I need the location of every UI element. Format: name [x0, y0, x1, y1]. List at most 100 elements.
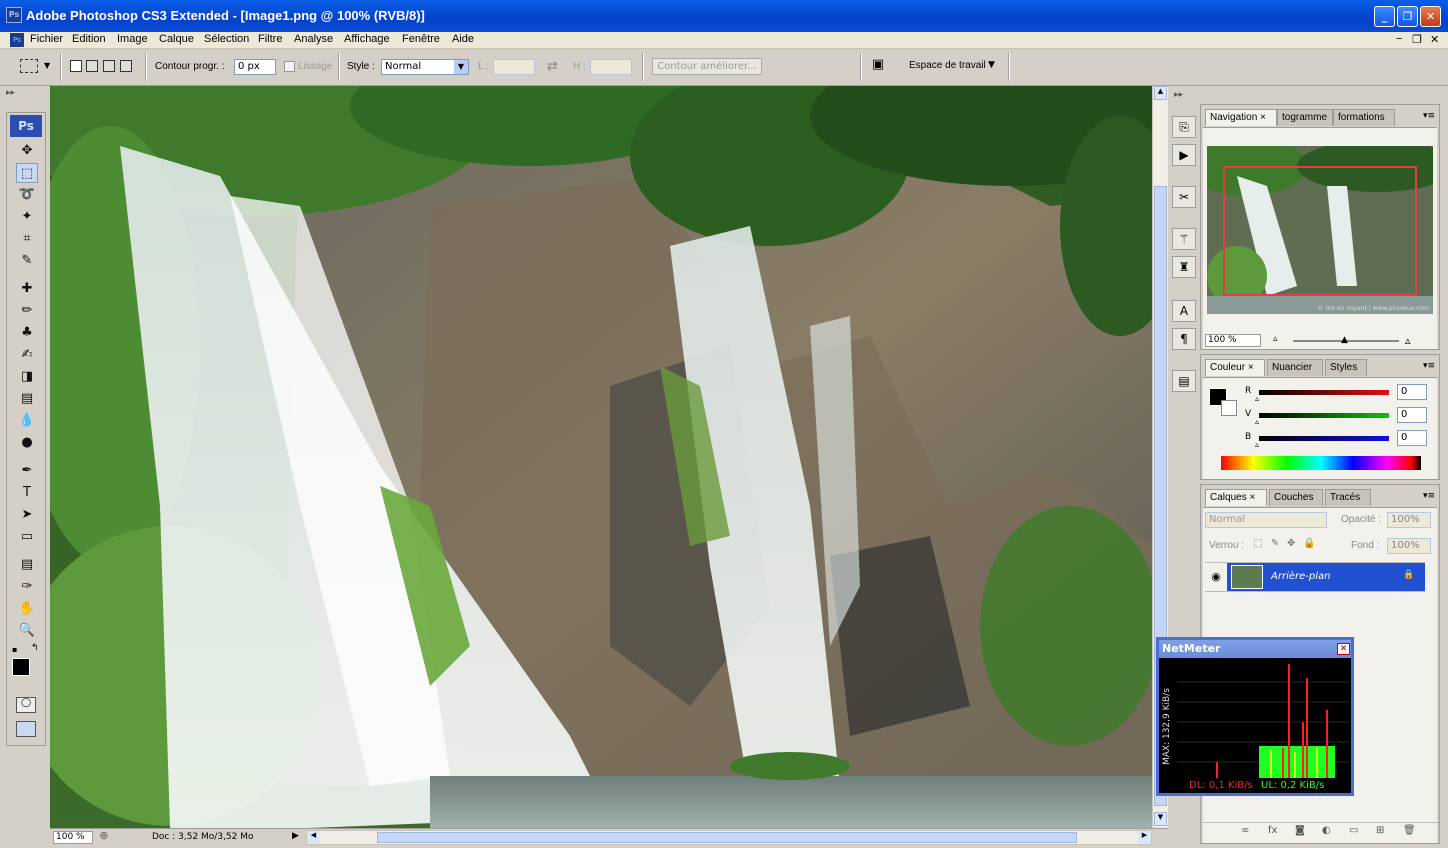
dock-collapse-icon[interactable]: ▸▸ [1174, 90, 1183, 100]
menu-image[interactable]: Image [117, 33, 148, 45]
adjustment-icon[interactable]: ◐ [1322, 825, 1331, 836]
history-icon[interactable]: ⎘ [1172, 116, 1196, 138]
navigator-thumbnail[interactable]: © lire en voyant | www.pluvieux.com [1207, 146, 1433, 314]
close-icon[interactable]: × [1260, 112, 1266, 123]
lock-position-icon[interactable]: ✥ [1287, 538, 1295, 549]
menu-affichage[interactable]: Affichage [344, 33, 390, 45]
path-select-icon[interactable]: ➤ [16, 505, 38, 525]
channel-input-v[interactable]: 0 [1397, 407, 1427, 423]
bridge-icon[interactable]: ▣ [867, 57, 889, 77]
tab-nuancier[interactable]: Nuancier [1267, 359, 1323, 376]
panel-menu-icon[interactable]: ▾≡ [1423, 491, 1435, 501]
toolbox-collapse-icon[interactable]: ▸▸ [6, 88, 46, 110]
lock-pixels-icon[interactable]: ✎ [1271, 538, 1279, 549]
menu-aide[interactable]: Aide [452, 33, 474, 45]
tab-histogramme[interactable]: togramme [1277, 109, 1333, 126]
channel-input-b[interactable]: 0 [1397, 430, 1427, 446]
layer-comps-icon[interactable]: ▤ [1172, 370, 1196, 392]
tab-calques[interactable]: Calques × [1205, 489, 1267, 506]
doc-close-button[interactable]: ✕ [1430, 33, 1439, 46]
add-selection-icon[interactable] [86, 60, 98, 72]
hand-icon[interactable]: ✋ [16, 599, 38, 619]
document-icon[interactable]: Ps [10, 33, 24, 47]
zoom-field[interactable]: 100 % [53, 831, 93, 844]
blend-mode-select[interactable]: Normal [1205, 512, 1327, 528]
pen-icon[interactable]: ✒ [16, 461, 38, 481]
new-selection-icon[interactable] [70, 60, 82, 72]
dodge-icon[interactable]: ● [16, 433, 38, 453]
zoom-in-icon[interactable]: ▵ [1405, 334, 1411, 347]
menu-fenetre[interactable]: Fenêtre [402, 33, 440, 45]
tab-styles[interactable]: Styles [1325, 359, 1367, 376]
ps-logo[interactable]: Ps [10, 115, 42, 137]
default-colors-icon[interactable]: ▪ [12, 645, 17, 654]
slice-icon[interactable]: ✎ [16, 251, 38, 271]
new-layer-icon[interactable]: ⊞ [1376, 825, 1384, 836]
fill-input[interactable]: 100% [1387, 538, 1431, 554]
lock-all-icon[interactable]: 🔒 [1303, 538, 1315, 549]
move-icon[interactable]: ✥ [16, 141, 38, 161]
eyedropper-icon[interactable]: ✑ [16, 577, 38, 597]
chevron-down-icon[interactable]: ▼ [454, 60, 468, 74]
netmeter-close-icon[interactable]: ✕ [1337, 643, 1350, 655]
channel-slider-r[interactable] [1259, 390, 1389, 395]
close-icon[interactable]: × [1248, 362, 1254, 373]
workspace-button[interactable]: Espace de travail [909, 60, 986, 71]
screen-mode-icon[interactable] [16, 721, 36, 737]
stamp-icon[interactable]: ♣ [16, 323, 38, 343]
eraser-icon[interactable]: ◨ [16, 367, 38, 387]
horizontal-scrollbar[interactable]: ◀ ▶ [306, 830, 1152, 845]
menu-selection[interactable]: Sélection [204, 33, 249, 45]
tab-informations[interactable]: formations [1333, 109, 1395, 126]
type-icon[interactable]: T [16, 483, 38, 503]
height-input[interactable] [590, 59, 632, 75]
color-ramp[interactable] [1221, 456, 1421, 470]
marquee-preset-icon[interactable] [20, 59, 38, 73]
close-icon[interactable]: × [1249, 492, 1255, 503]
background-color-swatch[interactable] [1221, 400, 1237, 416]
lock-transparency-icon[interactable]: ⬚ [1253, 538, 1262, 549]
shape-icon[interactable]: ▭ [16, 527, 38, 547]
mask-icon[interactable]: ◙ [1295, 825, 1305, 836]
brush-icon[interactable]: ✏ [16, 301, 38, 321]
quick-mask-icon[interactable]: ◯ [16, 697, 36, 713]
crop-icon[interactable]: ⌗ [16, 229, 38, 249]
menu-analyse[interactable]: Analyse [294, 33, 333, 45]
status-info-icon[interactable]: ◎ [100, 831, 108, 841]
scroll-right-icon[interactable]: ▶ [1138, 831, 1151, 844]
group-icon[interactable]: ▭ [1349, 825, 1358, 836]
zoom-icon[interactable]: 🔍 [16, 621, 38, 641]
subtract-selection-icon[interactable] [103, 60, 115, 72]
channel-input-r[interactable]: 0 [1397, 384, 1427, 400]
intersect-selection-icon[interactable] [120, 60, 132, 72]
swap-colors-icon[interactable]: ↰ [31, 643, 39, 653]
brushes-icon[interactable]: ⚚ [1172, 228, 1196, 250]
menu-fichier[interactable]: Fichier [30, 33, 63, 45]
horizontal-scroll-thumb[interactable] [377, 832, 1077, 843]
fx-icon[interactable]: fx [1268, 825, 1277, 836]
tab-couches[interactable]: Couches [1269, 489, 1323, 506]
view-box[interactable] [1223, 166, 1417, 296]
chevron-down-icon[interactable]: ▼ [988, 60, 995, 70]
eye-icon[interactable]: ◉ [1205, 563, 1227, 591]
navigator-zoom-field[interactable]: 100 % [1205, 334, 1261, 347]
channel-slider-handle[interactable]: ▵ [1255, 394, 1259, 403]
netmeter-window[interactable]: NetMeter ✕ MAX: 132,9 KiB/s DL: 0,1 KiB/… [1156, 637, 1354, 796]
scroll-down-icon[interactable]: ▼ [1154, 812, 1167, 826]
menu-edition[interactable]: Edition [72, 33, 106, 45]
title-bar[interactable]: Ps Adobe Photoshop CS3 Extended - [Image… [0, 0, 1448, 32]
paragraph-icon[interactable]: ¶ [1172, 328, 1196, 350]
tool-presets-icon[interactable]: ✂ [1172, 186, 1196, 208]
tab-navigation[interactable]: Navigation × [1205, 109, 1277, 126]
app-icon[interactable]: Ps [6, 7, 22, 23]
status-menu-icon[interactable]: ▶ [292, 831, 299, 841]
width-input[interactable] [493, 59, 535, 75]
zoom-out-icon[interactable]: ▵ [1273, 334, 1278, 344]
channel-slider-handle[interactable]: ▵ [1255, 417, 1259, 426]
doc-restore-button[interactable]: ❐ [1412, 33, 1422, 46]
feather-input[interactable]: 0 px [234, 59, 276, 75]
scroll-up-icon[interactable]: ▲ [1154, 86, 1167, 100]
restore-button[interactable]: ❐ [1397, 6, 1418, 27]
gradient-icon[interactable]: ▤ [16, 389, 38, 409]
trash-icon[interactable]: 🗑 [1403, 825, 1416, 836]
